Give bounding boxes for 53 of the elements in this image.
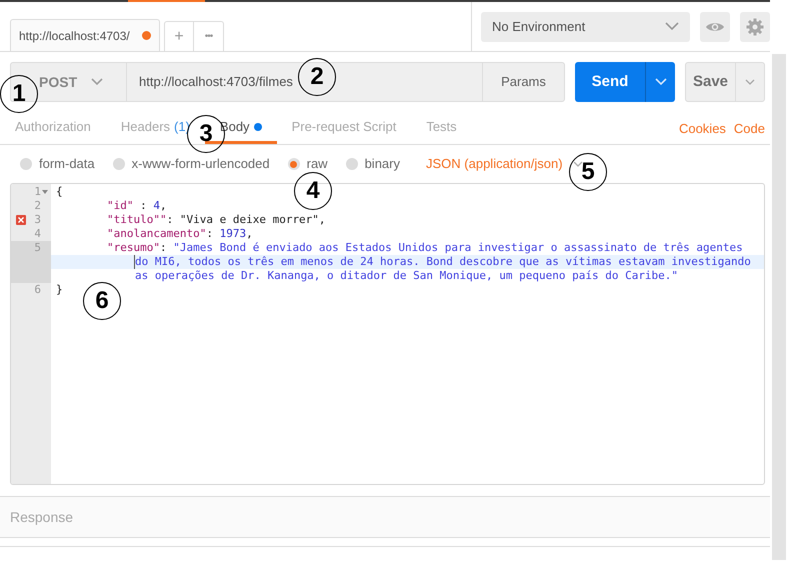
annotation-marker: 4 xyxy=(294,172,332,210)
code-line: "id" : 4, xyxy=(107,199,167,213)
url-field[interactable]: http://localhost:4703/filmes xyxy=(139,72,293,92)
section-tab[interactable]: Pre-request Script xyxy=(276,112,412,144)
line-number: 4 xyxy=(34,227,41,241)
chevron-icon xyxy=(654,78,666,86)
params-button[interactable]: Params xyxy=(482,63,564,101)
request-tab[interactable]: http://localhost:4703/ xyxy=(10,19,160,51)
send-options-button[interactable] xyxy=(645,62,675,102)
response-label: Response xyxy=(10,508,74,527)
code-line: "resumo": "James Bond é enviado aos Estados Unidos para investigar o assassinato de três agentes xyxy=(107,241,743,255)
radio-button[interactable] xyxy=(288,158,300,170)
radio-label[interactable]: form-data xyxy=(39,154,95,174)
radio-button[interactable] xyxy=(20,158,32,170)
chevron-icon xyxy=(745,79,755,85)
code-line: "titulo"": "Viva e deixe morrer", xyxy=(107,213,326,227)
radio-label[interactable]: x-www-form-urlencoded xyxy=(132,154,270,174)
annotation-marker: 5 xyxy=(569,153,607,191)
section-tab[interactable]: Authorization xyxy=(0,112,106,144)
settings-button[interactable] xyxy=(740,12,770,42)
eye-button[interactable] xyxy=(700,12,730,42)
code-line: as operações de Dr. Kananga, o ditador de San Monique, um pequeno país do Caribe." xyxy=(135,269,678,283)
annotation-marker: 2 xyxy=(298,58,336,96)
line-number: 6 xyxy=(34,283,41,297)
line-number: 1 xyxy=(34,185,41,199)
line-number: 2 xyxy=(34,199,41,213)
radio-button[interactable] xyxy=(346,158,358,170)
send-button[interactable]: Send xyxy=(575,62,645,102)
radio-label[interactable]: raw xyxy=(306,154,328,174)
new-tab-button[interactable]: + xyxy=(165,22,193,51)
environment-dropdown[interactable]: No Environment xyxy=(481,12,690,42)
chevron-icon xyxy=(91,78,104,86)
fold-icon[interactable] xyxy=(42,190,49,194)
section-tab[interactable]: Tests xyxy=(411,112,472,144)
code-line: } xyxy=(56,283,63,297)
eye-icon xyxy=(705,20,725,32)
chevron-icon xyxy=(572,161,583,167)
more-button[interactable]: ••• xyxy=(193,22,223,51)
annotation-marker: 6 xyxy=(83,282,121,320)
link[interactable]: Cookies xyxy=(678,119,726,139)
radio-button[interactable] xyxy=(112,158,125,170)
code-editor[interactable] xyxy=(10,183,765,485)
scrollbar[interactable] xyxy=(772,54,786,560)
settings-icon xyxy=(746,18,764,36)
code-line: do MI6, todos os três em menos de 24 horas. Bond descobre que as vítimas estavam investigando xyxy=(135,255,751,269)
annotation-marker: 1 xyxy=(0,75,38,113)
code-line: "anolancamento": 1973, xyxy=(107,227,253,241)
code-line: { xyxy=(56,185,63,199)
radio-label[interactable]: binary xyxy=(364,154,400,174)
chevron-icon xyxy=(665,22,679,31)
line-number: 5 xyxy=(34,241,41,255)
line-number: 3 xyxy=(34,213,41,227)
link[interactable]: Code xyxy=(734,119,765,139)
